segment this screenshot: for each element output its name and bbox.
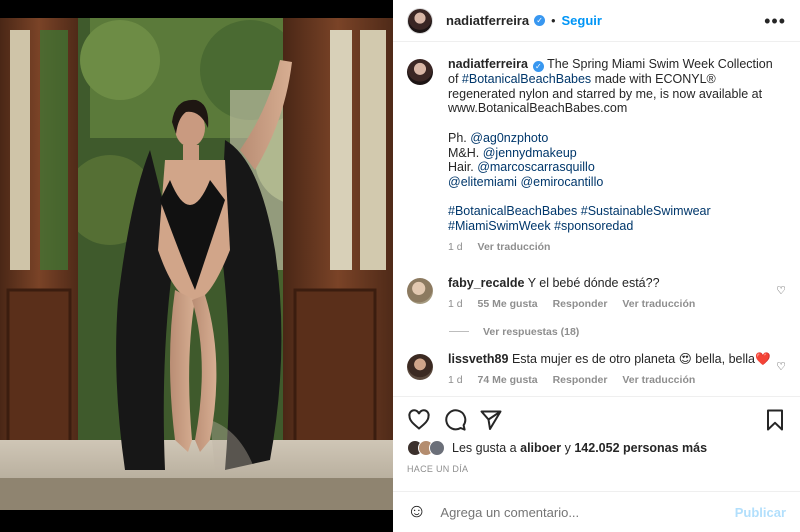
like-heart-icon[interactable] (407, 408, 431, 432)
reply-button[interactable]: Responder (553, 298, 608, 310)
mention-link[interactable]: @jennydmakeup (483, 146, 577, 160)
caption-translate-link[interactable]: Ver traducción (478, 241, 551, 253)
comment-likes[interactable]: 55 Me gusta (478, 298, 538, 310)
header-separator: • (551, 13, 556, 28)
likes-prefix: Les gusta a (452, 441, 517, 455)
mention-link[interactable]: @ag0nzphoto (470, 131, 548, 145)
comment-bubble-icon[interactable] (443, 408, 467, 432)
comment-item: lissveth89 Esta mujer es de otro planeta… (407, 352, 786, 387)
post-timestamp[interactable]: HACE UN DÍA (407, 464, 786, 474)
likes-connector: y (564, 441, 571, 455)
photo-illustration (0, 0, 393, 532)
share-send-icon[interactable] (479, 408, 503, 432)
hashtag-link[interactable]: #sponsoredad (554, 219, 633, 233)
view-replies-label: Ver respuestas (18) (483, 325, 580, 338)
post-comment-button[interactable]: Publicar (735, 505, 786, 520)
verified-badge-icon: ✓ (532, 61, 544, 72)
commenter-avatar[interactable] (407, 278, 433, 305)
reply-button[interactable]: Responder (553, 374, 608, 386)
likes-count-link[interactable]: 142.052 personas más (574, 441, 707, 455)
credit-label: Hair. (448, 160, 474, 175)
comment-meta: 1 d 55 Me gusta Responder Ver traducción (448, 297, 772, 312)
comment-username[interactable]: faby_recalde (448, 276, 524, 290)
caption-block: nadiatferreira ✓ The Spring Miami Swim We… (407, 57, 786, 254)
post-photo[interactable] (0, 0, 393, 532)
comment-item: faby_recalde Y el bebé dónde está?? 1 d … (407, 276, 786, 311)
translate-link[interactable]: Ver traducción (622, 374, 695, 386)
comments-scroll[interactable]: nadiatferreira ✓ The Spring Miami Swim We… (393, 43, 800, 395)
caption-time[interactable]: 1 d (448, 241, 463, 253)
replies-divider (449, 331, 469, 333)
translate-link[interactable]: Ver traducción (622, 298, 695, 310)
likes-user-link[interactable]: aliboer (520, 441, 561, 455)
mention-link[interactable]: @marcoscarrasquillo (477, 160, 595, 174)
post-actions: Les gusta a aliboer y 142.052 personas m… (393, 396, 800, 474)
save-bookmark-icon[interactable] (764, 408, 786, 432)
post-header: nadiatferreira ✓ • Seguir ••• (393, 0, 800, 42)
view-replies-button[interactable]: Ver respuestas (18) (449, 326, 786, 338)
comment-text: Esta mujer es de otro planeta 😍 bella, b… (511, 351, 771, 366)
credit-label: M&H. (448, 145, 480, 160)
comment-like-heart-icon[interactable]: ♡ (772, 284, 786, 311)
comment-text: Y el bebé dónde está?? (527, 276, 660, 291)
post-panel: nadiatferreira ✓ • Seguir ••• nadiatferr… (393, 0, 800, 532)
mention-link[interactable]: @emirocantillo (520, 175, 603, 189)
hashtag-link[interactable]: #MiamiSwimWeek (448, 219, 551, 233)
mention-link[interactable]: @elitemiami (448, 175, 517, 189)
commenter-avatar[interactable] (407, 353, 433, 380)
comment-meta: 1 d 74 Me gusta Responder Ver traducción (448, 373, 772, 388)
liker-avatar[interactable] (429, 440, 445, 456)
follow-button[interactable]: Seguir (561, 13, 601, 28)
comment-input[interactable] (440, 504, 735, 520)
comment-like-heart-icon[interactable]: ♡ (772, 360, 786, 387)
author-username[interactable]: nadiatferreira (446, 13, 529, 28)
hashtag-link[interactable]: #BotanicalBeachBabes (462, 72, 591, 86)
comment-likes[interactable]: 74 Me gusta (478, 374, 538, 386)
comment-username[interactable]: lissveth89 (448, 352, 508, 366)
author-avatar[interactable] (407, 7, 433, 34)
comment-time[interactable]: 1 d (448, 374, 463, 386)
caption-username[interactable]: nadiatferreira (448, 57, 528, 71)
caption-avatar[interactable] (407, 59, 433, 85)
more-options-icon[interactable]: ••• (764, 12, 786, 30)
verified-badge-icon: ✓ (534, 15, 546, 26)
likes-summary: Les gusta a aliboer y 142.052 personas m… (407, 440, 786, 456)
hashtag-link[interactable]: #SustainableSwimwear (581, 204, 711, 218)
comment-time[interactable]: 1 d (448, 298, 463, 310)
credit-label: Ph. (448, 130, 467, 145)
caption-meta: 1 d Ver traducción (448, 240, 786, 255)
add-comment-bar: ☺ Publicar (393, 491, 800, 532)
hashtag-link[interactable]: #BotanicalBeachBabes (448, 204, 577, 218)
emoji-picker-icon[interactable]: ☺ (407, 501, 426, 523)
